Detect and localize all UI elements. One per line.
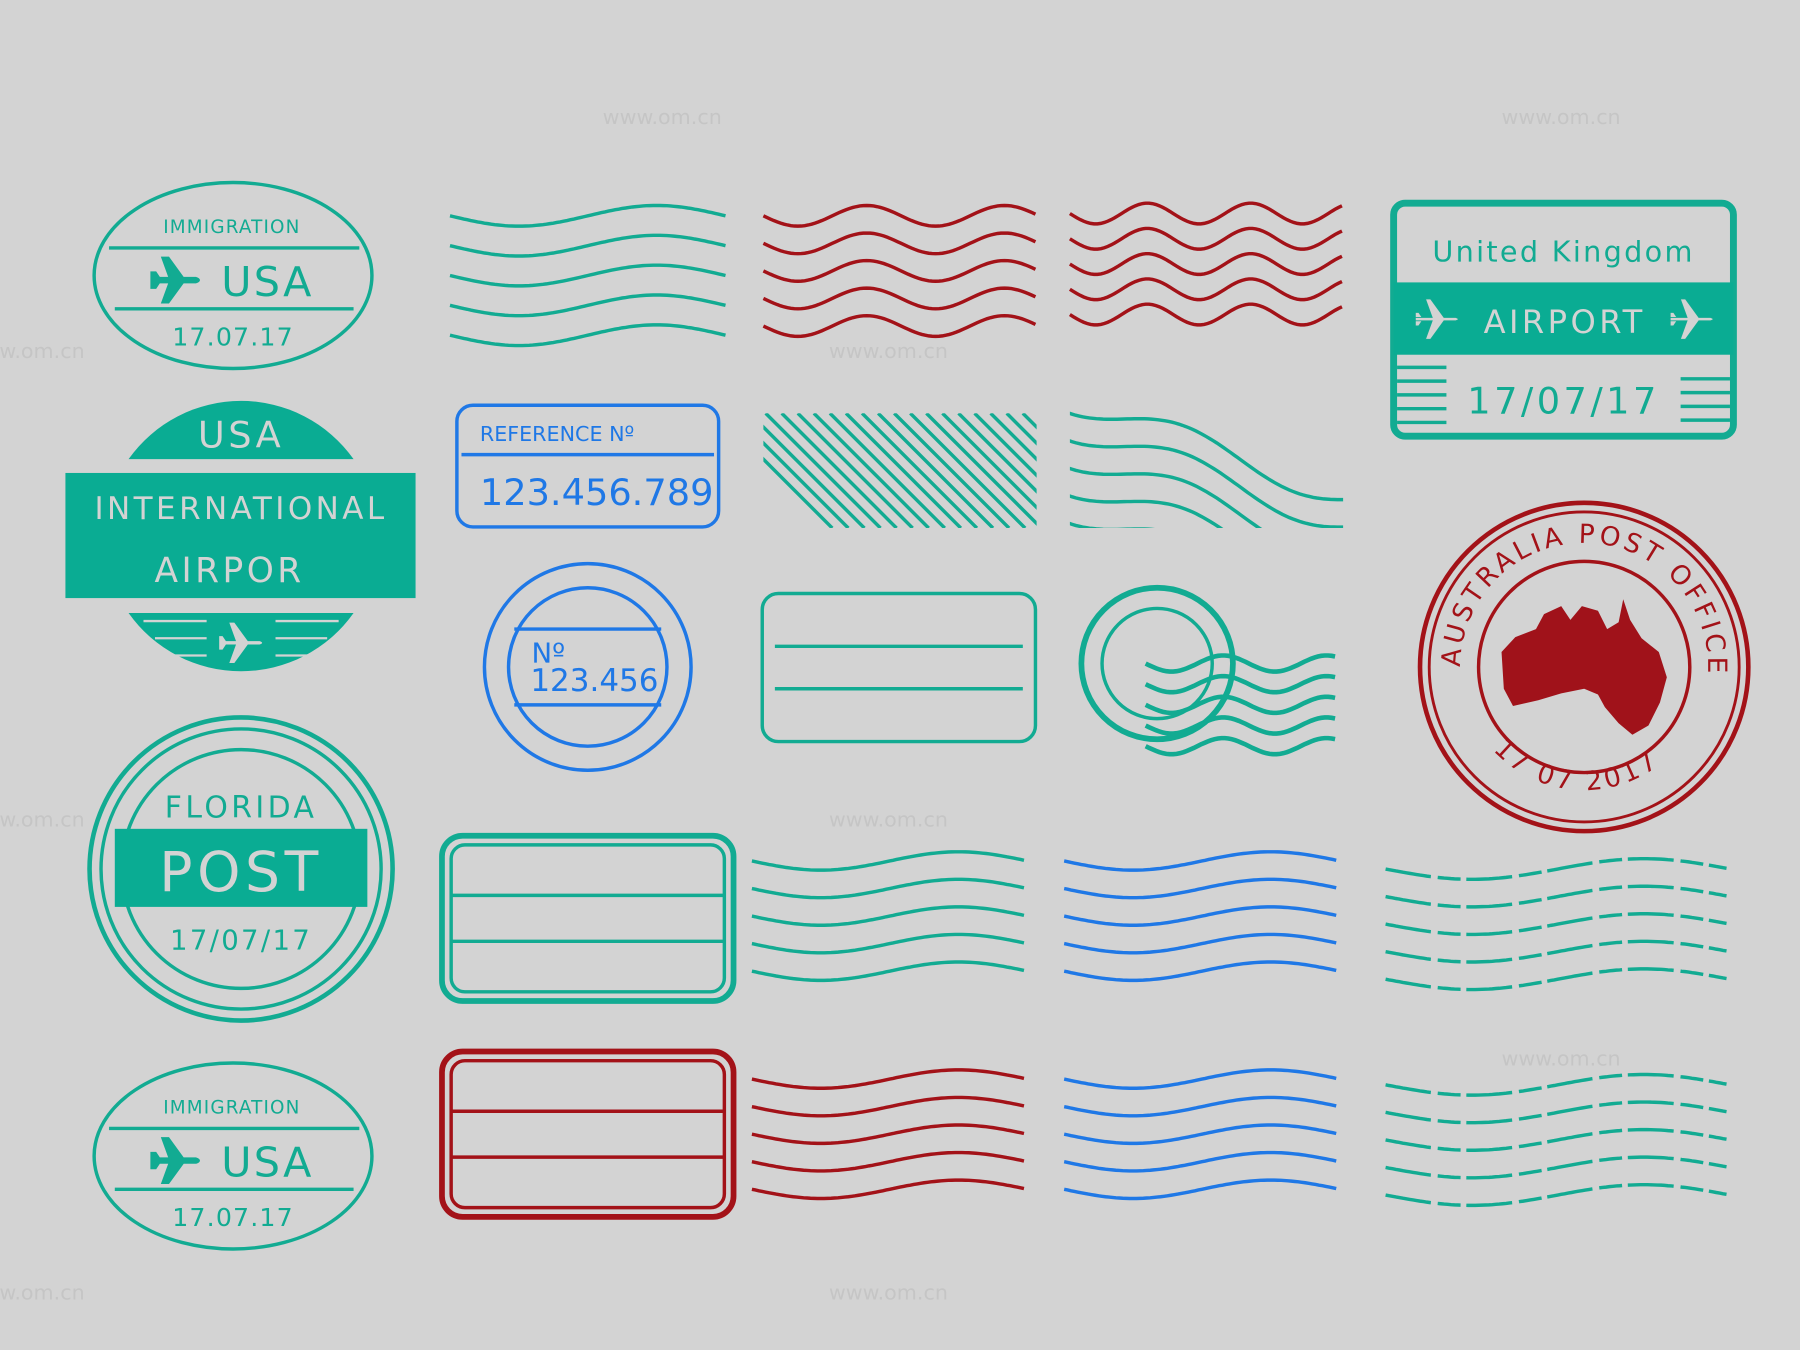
watermark-url: www.om.cn: [829, 808, 948, 832]
number-circle-stamp: Nº 123.456: [482, 561, 693, 773]
wave-line: [751, 1095, 1025, 1118]
title-text: IMMIGRATION: [163, 217, 300, 238]
wave-line: [1385, 967, 1727, 992]
country-text: United Kingdom: [1432, 235, 1694, 269]
wave-line: [449, 263, 726, 288]
line2-text: AIRPOR: [155, 551, 305, 591]
watermark-url: www.om.cn: [1502, 105, 1621, 129]
airplane-icon: [150, 1136, 201, 1185]
wave-line: [1144, 673, 1336, 695]
watermark-url: www.om.cn: [0, 808, 85, 832]
wave-line: [449, 323, 726, 348]
reference-label: REFERENCE Nº: [480, 422, 634, 446]
wave-line: [1385, 939, 1727, 964]
teal-label-box: [760, 591, 1038, 744]
wave-line: [1385, 1155, 1727, 1180]
reference-number-stamp: REFERENCE Nº 123.456.789: [455, 403, 721, 529]
wave-line: [751, 905, 1025, 927]
wave-line: [1069, 494, 1224, 529]
post-text: POST: [159, 840, 323, 904]
wave-line: [1068, 226, 1343, 251]
wave-line: [751, 850, 1025, 872]
title-text: IMMIGRATION: [163, 1098, 300, 1119]
wave-line: [449, 293, 726, 318]
red-double-box: [439, 1048, 737, 1220]
date-text: 17.07.17: [172, 323, 294, 352]
country-text: USA: [198, 414, 284, 457]
teal-double-box: [439, 832, 737, 1004]
wave-line: [1063, 1178, 1337, 1201]
circle-postmark: [1078, 584, 1236, 743]
airport-text: AIRPORT: [1484, 303, 1646, 341]
wave-line: [1385, 1127, 1727, 1152]
wave-line: [1069, 466, 1263, 529]
wave-line: [762, 286, 1037, 311]
wave-line: [1069, 439, 1344, 529]
wave-line: [1068, 302, 1343, 327]
wave-line: [1068, 251, 1343, 277]
date-text: 17.07.17: [172, 1203, 294, 1232]
wave-line: [1069, 521, 1157, 529]
wave-line: [1063, 960, 1337, 983]
date-text: 17/07/17: [1467, 379, 1659, 422]
wave-line: [751, 932, 1025, 955]
watermark-url: www.om.cn: [0, 339, 85, 363]
postal-stamps-canvas: www.om.cn www.om.cn www.om.cn www.om.cn …: [0, 105, 1751, 1304]
date-text: 17/07/17: [170, 924, 312, 956]
wave-line: [449, 203, 726, 228]
wave-line: [1063, 1150, 1337, 1173]
wave-line: [1144, 735, 1336, 757]
country-text: USA: [221, 1139, 313, 1187]
australia-post-stamp: AUSTRALIA POST OFFICE 17 07 2017: [1417, 500, 1751, 834]
wave-line: [762, 203, 1037, 228]
uk-airport-stamp: United Kingdom AIRPORT 17/07/17: [1390, 199, 1737, 440]
usa-international-airport-stamp: USA INTERNATIONAL AIRPOR: [65, 400, 416, 672]
reference-number: 123.456.789: [480, 471, 714, 514]
wave-line: [1063, 877, 1337, 900]
wave-line: [449, 233, 726, 258]
country-text: USA: [221, 258, 313, 306]
watermark-url: www.om.cn: [1502, 1046, 1621, 1070]
wave-line: [751, 1068, 1025, 1090]
line1-text: INTERNATIONAL: [94, 491, 387, 527]
wave-line: [1063, 850, 1337, 872]
wave-line: [1385, 1100, 1727, 1125]
wave-line: [751, 1123, 1025, 1146]
wave-line: [751, 960, 1025, 983]
watermark-url: www.om.cn: [603, 105, 722, 129]
wave-line: [1385, 1072, 1727, 1097]
wave-line: [1144, 653, 1336, 674]
wave-line: [1385, 856, 1727, 882]
airplane-icon: [150, 256, 201, 304]
wave-line: [762, 258, 1037, 283]
wave-line: [751, 877, 1025, 900]
watermark-url: www.om.cn: [829, 339, 948, 363]
wave-line: [1069, 411, 1344, 502]
wave-line: [1063, 905, 1337, 927]
wave-line: [1144, 715, 1336, 736]
wave-line: [1144, 694, 1336, 716]
number-value: 123.456: [530, 663, 658, 699]
wave-line: [1385, 912, 1727, 937]
wave-line: [1063, 1123, 1337, 1146]
wave-line: [1385, 884, 1727, 909]
wave-line: [762, 313, 1037, 339]
australia-map-icon: [1501, 599, 1667, 735]
wave-line: [1385, 1182, 1727, 1208]
watermark-url: www.om.cn: [0, 1280, 85, 1304]
wave-line: [1068, 277, 1343, 302]
wave-line: [1063, 1095, 1337, 1118]
immigration-usa-stamp-bottom: USA IMMIGRATION 17.07.17: [92, 1061, 374, 1251]
watermark-url: www.om.cn: [829, 1280, 948, 1304]
state-text: FLORIDA: [165, 790, 318, 825]
wave-line: [751, 1150, 1025, 1173]
florida-post-stamp: FLORIDA POST 17/07/17: [87, 715, 395, 1023]
wave-line: [1063, 1068, 1337, 1090]
wave-line: [1068, 201, 1343, 226]
wave-line: [751, 1178, 1025, 1201]
immigration-usa-stamp-top: USA IMMIGRATION 17.07.17: [92, 180, 374, 371]
date-text: 17 07 2017: [1488, 733, 1666, 798]
wave-line: [762, 231, 1037, 256]
wave-line: [1063, 932, 1337, 955]
